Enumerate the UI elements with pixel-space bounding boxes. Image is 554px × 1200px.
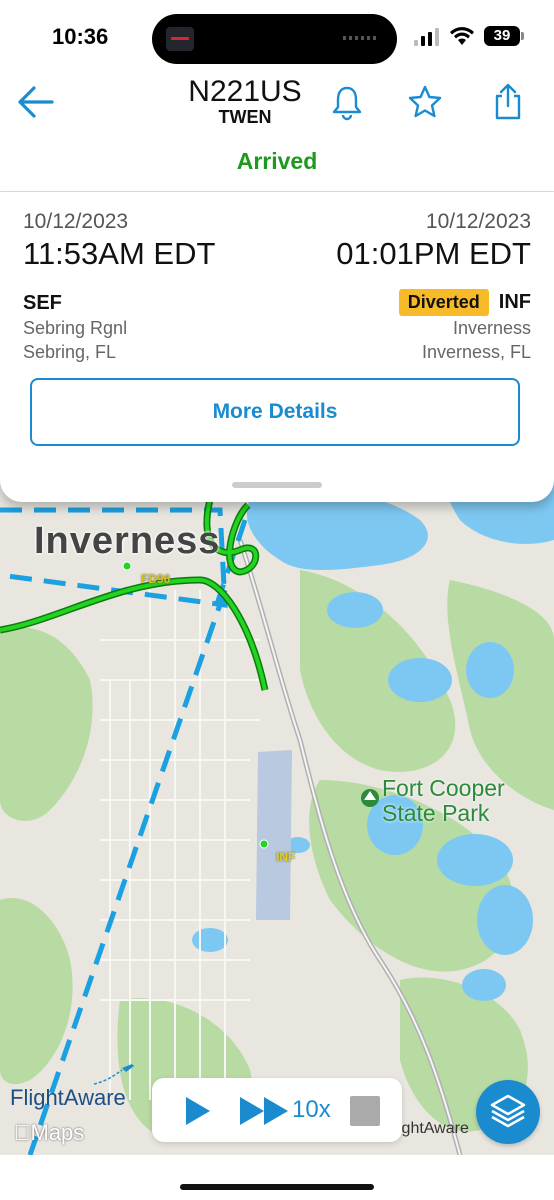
signal-icon	[414, 28, 440, 46]
diverted-badge: Diverted	[398, 289, 489, 316]
playback-controls: 10x	[152, 1078, 402, 1142]
stop-button[interactable]	[350, 1096, 380, 1126]
map-airport-label-fd96: FD96	[141, 572, 171, 586]
departure-code[interactable]: SEF	[23, 292, 62, 315]
registration: N221US	[188, 75, 302, 108]
island-indicator	[343, 36, 379, 40]
fast-forward-icon[interactable]	[238, 1094, 294, 1128]
bell-icon[interactable]	[327, 82, 367, 122]
battery-icon: 39	[484, 26, 524, 46]
map-layers-button[interactable]	[476, 1080, 540, 1144]
flightaware-logo: FlightAware	[10, 1085, 126, 1110]
sheet-grabber[interactable]	[232, 482, 322, 488]
flight-details-card: 10/12/2023 11:53AM EDT 10/12/2023 01:01P…	[0, 192, 554, 502]
map-attribution: ightAware	[398, 1120, 469, 1137]
star-icon[interactable]	[405, 82, 445, 122]
flight-status: Arrived	[236, 148, 318, 174]
apple-icon: 	[14, 1120, 31, 1145]
map-city-label: Inverness	[34, 520, 221, 562]
more-details-button[interactable]: More Details	[30, 378, 520, 446]
plane-logo-icon	[93, 1064, 134, 1085]
arrival-code[interactable]: INF	[499, 291, 531, 314]
playback-speed[interactable]: 10x	[292, 1096, 331, 1124]
park-line-2: State Park	[382, 800, 490, 826]
share-icon[interactable]	[488, 82, 528, 122]
map-park-label: Fort Cooper State Park	[382, 776, 505, 826]
clock: 10:36	[52, 24, 109, 49]
departure-time: 11:53AM EDT	[23, 236, 216, 271]
page-title: N221US TWEN	[150, 75, 340, 127]
map-airport-label-inf: INF	[276, 850, 296, 864]
dynamic-island	[152, 14, 397, 64]
arrival-airport: Inverness	[452, 318, 531, 338]
arrival-header: Diverted INF	[398, 289, 531, 316]
bottom-safe-area	[0, 1155, 554, 1200]
nav-bar: N221US TWEN	[0, 76, 554, 142]
status-bar: 10:36 39	[0, 0, 554, 76]
departure-city: Sebring, FL	[23, 342, 117, 362]
home-indicator[interactable]	[180, 1184, 374, 1190]
park-line-1: Fort Cooper	[382, 775, 505, 801]
layers-icon	[490, 1094, 526, 1128]
play-icon[interactable]	[180, 1094, 214, 1128]
back-arrow-icon[interactable]	[14, 82, 58, 122]
aircraft-type: TWEN	[218, 107, 272, 127]
wifi-icon	[450, 27, 474, 45]
departure-airport: Sebring Rgnl	[23, 318, 128, 338]
arrival-city: Inverness, FL	[421, 342, 531, 362]
arrival-date: 10/12/2023	[425, 210, 531, 233]
arrival-time: 01:01PM EDT	[336, 236, 531, 271]
apple-maps-logo: Maps	[14, 1120, 84, 1145]
live-activity-icon	[166, 27, 194, 51]
departure-date: 10/12/2023	[23, 210, 129, 233]
